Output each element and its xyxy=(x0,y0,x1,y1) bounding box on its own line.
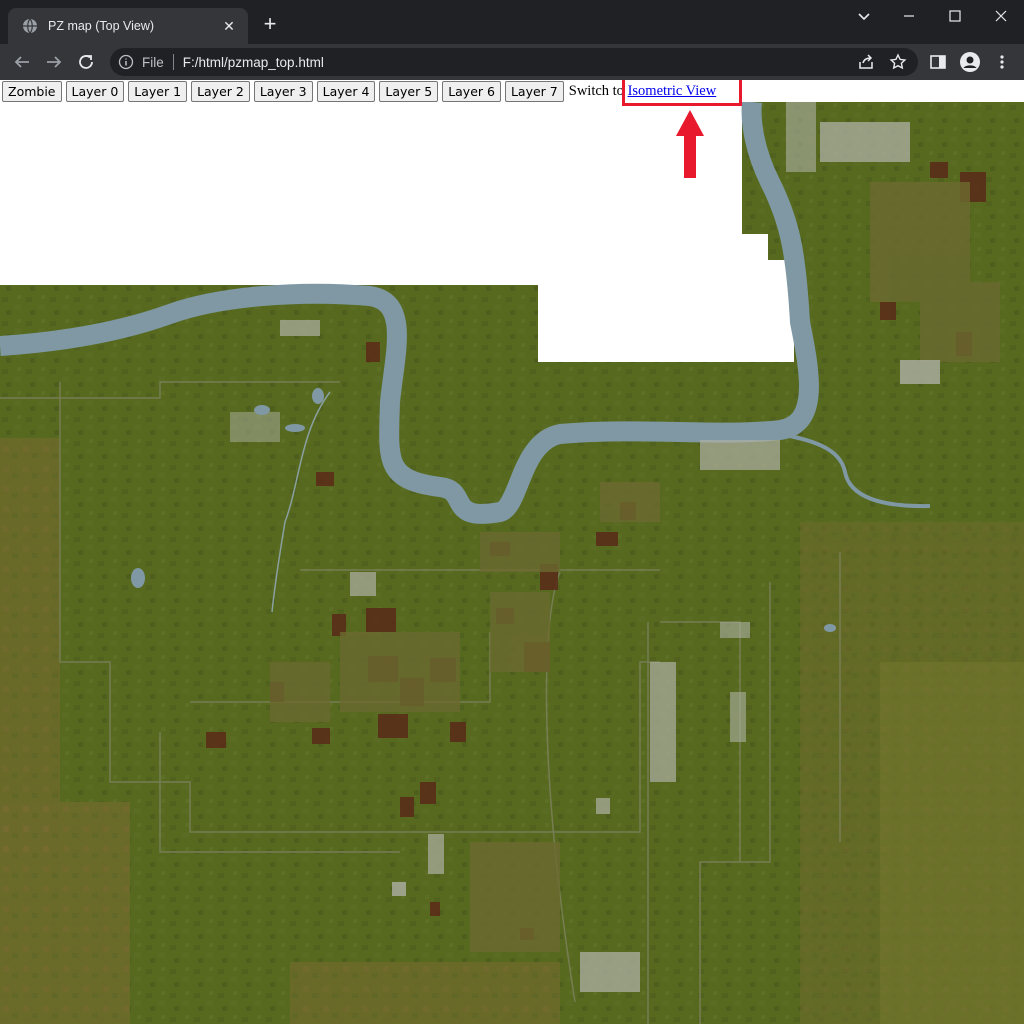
address-bar[interactable]: File F:/html/pzmap_top.html xyxy=(110,48,918,76)
back-arrow-icon[interactable] xyxy=(10,50,34,74)
url-text[interactable]: F:/html/pzmap_top.html xyxy=(183,55,324,70)
field-region-southeast xyxy=(880,662,1024,1024)
layer-4-button[interactable]: Layer 4 xyxy=(316,80,376,102)
share-icon[interactable] xyxy=(854,50,878,74)
reload-icon[interactable] xyxy=(74,50,98,74)
forward-arrow-icon[interactable] xyxy=(42,50,66,74)
star-icon[interactable] xyxy=(886,50,910,74)
field-region-south xyxy=(290,962,560,1024)
minimize-icon[interactable] xyxy=(886,0,932,32)
layer-3-button[interactable]: Layer 3 xyxy=(253,80,313,102)
annotation-highlight-box xyxy=(622,80,742,106)
profile-icon[interactable] xyxy=(958,50,982,74)
info-icon[interactable] xyxy=(118,54,134,70)
switch-view-label: Switch to xyxy=(568,82,628,99)
map-canvas[interactable] xyxy=(0,102,1024,1024)
tab-title: PZ map (Top View) xyxy=(48,19,155,33)
maximize-icon[interactable] xyxy=(932,0,978,32)
zombie-button[interactable]: Zombie xyxy=(2,80,62,102)
url-separator xyxy=(172,54,174,70)
more-vert-icon[interactable] xyxy=(990,50,1014,74)
field-region-west xyxy=(0,438,60,858)
annotation-arrow-up-icon xyxy=(676,110,704,178)
url-scheme: File xyxy=(142,54,164,70)
layer-5-button[interactable]: Layer 5 xyxy=(379,80,439,102)
layer-2-button[interactable]: Layer 2 xyxy=(191,80,250,102)
layer-1-button[interactable]: Layer 1 xyxy=(128,80,188,102)
side-panel-icon[interactable] xyxy=(926,50,950,74)
tab-strip: PZ map (Top View) ✕ + xyxy=(0,0,1024,44)
tab-search-chevron-icon[interactable] xyxy=(852,4,876,28)
new-tab-icon[interactable]: + xyxy=(258,12,282,36)
close-window-icon[interactable] xyxy=(978,0,1024,32)
layer-controls: Zombie Layer 0 Layer 1 Layer 2 Layer 3 L… xyxy=(0,80,716,102)
page-content: Zombie Layer 0 Layer 1 Layer 2 Layer 3 L… xyxy=(0,80,1024,1024)
close-tab-icon[interactable]: ✕ xyxy=(220,18,238,35)
layer-7-button[interactable]: Layer 7 xyxy=(504,80,564,102)
field-region-southwest xyxy=(0,802,130,1024)
layer-6-button[interactable]: Layer 6 xyxy=(442,80,501,102)
layer-0-button[interactable]: Layer 0 xyxy=(65,80,125,102)
globe-icon xyxy=(23,18,37,34)
browser-toolbar: File F:/html/pzmap_top.html xyxy=(0,44,1024,80)
browser-tab[interactable]: PZ map (Top View) ✕ xyxy=(8,8,248,44)
